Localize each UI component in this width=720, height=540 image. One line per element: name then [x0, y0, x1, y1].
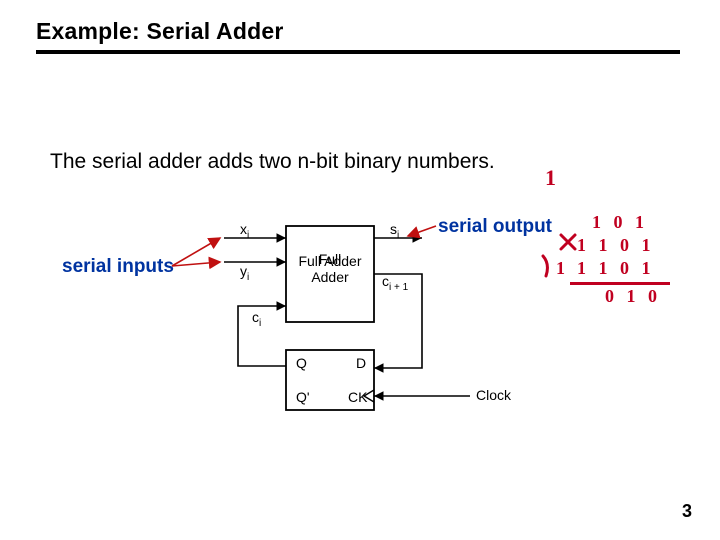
label-d: D [356, 355, 366, 371]
page-number: 3 [682, 501, 692, 522]
title-rule [36, 50, 680, 54]
hand-num2: 1 1 0 1 [577, 235, 655, 256]
full-adder-line2: Adder [311, 269, 349, 285]
label-q: Q [296, 355, 307, 371]
label-clock: Clock [476, 387, 512, 403]
full-adder-line1: Full [319, 251, 342, 267]
hand-tick-icon [540, 254, 562, 287]
slide: Example: Serial Adder The serial adder a… [0, 0, 720, 540]
label-ci1: ci + 1 [382, 273, 409, 293]
hand-num3: 1 1 0 1 [577, 258, 655, 279]
arrow-output-to-si [408, 226, 436, 236]
wire-q-to-ci [238, 306, 286, 366]
body-text: The serial adder adds two n-bit binary n… [50, 150, 495, 174]
hand-sum: 0 1 0 [605, 286, 661, 307]
hand-num1: 1 0 1 [592, 212, 648, 233]
page-title: Example: Serial Adder [36, 18, 284, 45]
hand-one: 1 [545, 165, 560, 191]
label-serial-inputs: serial inputs [62, 256, 174, 278]
label-yi: yi [240, 263, 249, 283]
label-ci: ci [252, 309, 261, 329]
diagram: Full Adder Full Adder xi yi si ci + 1 [160, 210, 540, 440]
label-qb: Q' [296, 389, 310, 405]
hand-rule-icon [570, 282, 670, 285]
